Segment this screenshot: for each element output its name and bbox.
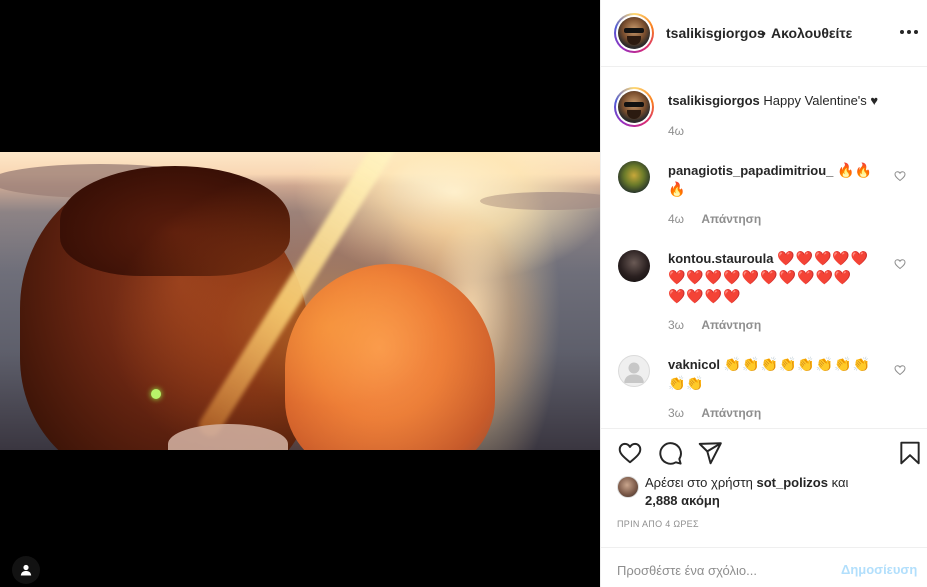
like-heart-icon[interactable]	[617, 440, 643, 466]
post-sidebar: tsalikisgiorgos • Ακολουθείτε tsalikisgi…	[600, 0, 927, 587]
commenter-avatar[interactable]	[618, 355, 650, 387]
post-header: tsalikisgiorgos • Ακολουθείτε	[601, 0, 927, 67]
post-timestamp[interactable]: ΠΡΙΝ ΑΠΟ 4 ΩΡΕΣ	[617, 519, 699, 529]
default-avatar-icon	[624, 362, 644, 383]
reply-button[interactable]: Απάντηση	[701, 318, 761, 332]
comment-like-icon[interactable]	[894, 258, 906, 270]
comment-meta: 4ω Απάντηση	[668, 212, 761, 226]
comment-text-cont: 🔥	[668, 181, 686, 197]
post-actions	[601, 428, 927, 478]
comment-icon[interactable]	[657, 440, 683, 466]
likes-count-link[interactable]: 2,888 ακόμη	[645, 493, 720, 508]
comment-meta: 3ω Απάντηση	[668, 406, 761, 420]
reply-button[interactable]: Απάντηση	[701, 406, 761, 420]
comment-input[interactable]	[617, 563, 827, 578]
likes-prefix: Αρέσει στο χρήστη	[645, 475, 753, 490]
post-comment-button[interactable]: Δημοσίευση	[841, 562, 917, 577]
comment-text: 🔥🔥	[837, 162, 872, 178]
likes-and: και	[831, 475, 849, 490]
comment-text: 👏👏👏👏👏👏👏👏	[723, 356, 872, 372]
comment-text-cont: 👏👏	[668, 375, 705, 391]
comment-username-link[interactable]: kontou.stauroula	[668, 251, 773, 266]
comment-time[interactable]: 3ω	[668, 406, 684, 420]
comment-text-cont: ❤️❤️❤️❤️	[668, 288, 742, 304]
post-media[interactable]	[0, 0, 600, 587]
comment-text-cont: ❤️❤️❤️❤️❤️❤️❤️❤️❤️❤️	[668, 269, 853, 285]
post-photo[interactable]	[0, 152, 600, 450]
user-tag-button[interactable]	[12, 556, 40, 584]
commenter-avatar[interactable]	[618, 161, 650, 193]
liker-username-link[interactable]: sot_polizos	[756, 475, 828, 490]
comment-time[interactable]: 3ω	[668, 318, 684, 332]
comment-form: Δημοσίευση	[601, 547, 927, 587]
more-options-button[interactable]	[897, 22, 921, 42]
caption-text: Happy Valentine's	[763, 93, 867, 108]
more-icon	[900, 30, 904, 34]
liker-avatar[interactable]	[617, 476, 639, 498]
following-button[interactable]: Ακολουθείτε	[771, 25, 852, 41]
author-avatar[interactable]	[614, 13, 654, 53]
commenter-avatar[interactable]	[618, 250, 650, 282]
comment-like-icon[interactable]	[894, 364, 906, 376]
comment-username-link[interactable]: panagiotis_papadimitriou_	[668, 163, 833, 178]
caption-heart: ♥	[870, 93, 879, 108]
comment-like-icon[interactable]	[894, 170, 906, 182]
caption-time[interactable]: 4ω	[668, 124, 684, 138]
share-icon[interactable]	[697, 440, 723, 466]
comment-username-link[interactable]: vaknicol	[668, 357, 720, 372]
caption-author-avatar[interactable]	[614, 87, 654, 127]
author-username-link[interactable]: tsalikisgiorgos	[666, 25, 765, 41]
user-tag-icon	[20, 564, 32, 576]
follow-separator: •	[761, 25, 766, 41]
photo-green-dot	[151, 389, 161, 399]
reply-button[interactable]: Απάντηση	[701, 212, 761, 226]
likes-summary[interactable]: Αρέσει στο χρήστη sot_polizos και 2,888 …	[645, 474, 848, 510]
caption: tsalikisgiorgos Happy Valentine's ♥	[668, 92, 878, 110]
comment: vaknicol 👏👏👏👏👏👏👏👏 👏👏	[668, 355, 888, 393]
caption-author-link[interactable]: tsalikisgiorgos	[668, 93, 760, 108]
comment-text: ❤️❤️❤️❤️❤️	[777, 250, 870, 266]
comment-meta: 3ω Απάντηση	[668, 318, 761, 332]
comment: kontou.stauroula ❤️❤️❤️❤️❤️ ❤️❤️❤️❤️❤️❤️…	[668, 249, 888, 306]
comment: panagiotis_papadimitriou_ 🔥🔥 🔥	[668, 161, 888, 199]
bookmark-icon[interactable]	[897, 440, 923, 466]
comment-time[interactable]: 4ω	[668, 212, 684, 226]
